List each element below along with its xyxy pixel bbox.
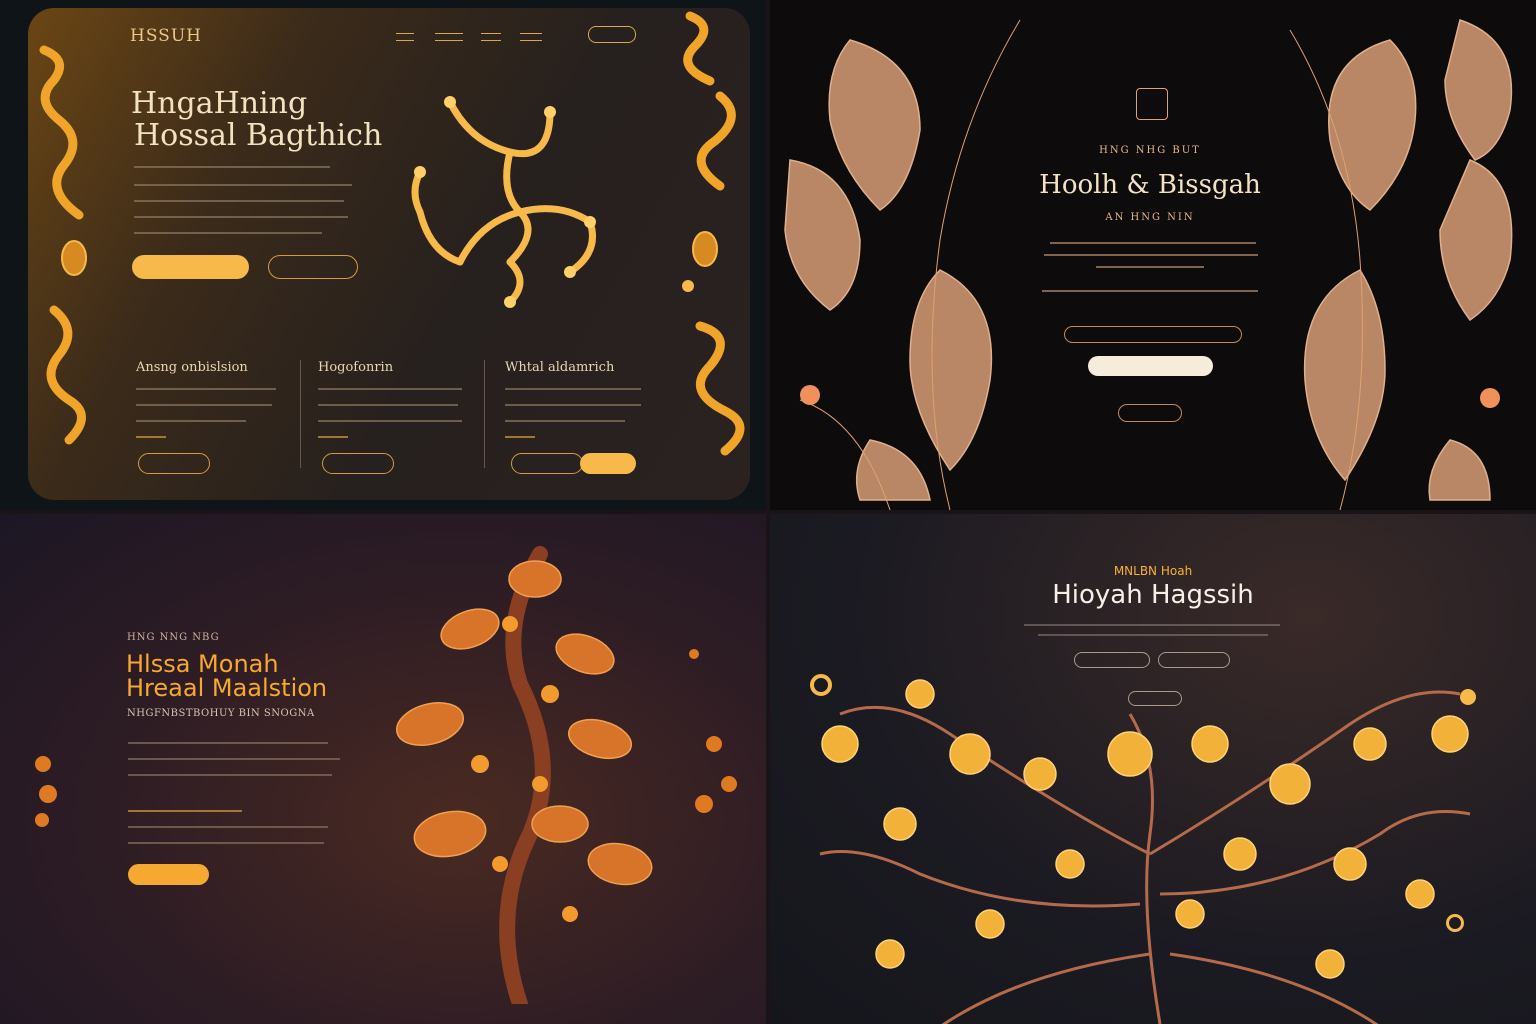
- hero-text-line: [134, 200, 344, 202]
- hero-panel: [28, 8, 750, 500]
- molecule-illustration: [411, 96, 596, 308]
- hero-text-line: [134, 232, 322, 234]
- hero-text-line: [1096, 266, 1204, 268]
- hero-title-line-2: Hreaal Maalstion: [126, 674, 328, 702]
- hero-text-line: [1024, 624, 1280, 626]
- feature-3-title: Whtal aldamrich: [505, 360, 615, 375]
- hero-text-line: [1038, 634, 1268, 636]
- feature-3-primary-button[interactable]: [580, 453, 636, 474]
- secondary-button-1[interactable]: [1074, 652, 1150, 668]
- gold-chain-decor-right: [682, 11, 745, 456]
- column-divider: [300, 360, 301, 468]
- subscribe-button[interactable]: [1088, 356, 1213, 376]
- nav-link-3[interactable]: [481, 33, 501, 41]
- feature-text-line: [318, 420, 462, 422]
- hero-text-line: [1042, 290, 1258, 292]
- hero-title: Hoolh & Bissgah: [1039, 170, 1261, 200]
- hero-subtitle: NHGFNBSTBOHUY BIN SNOGNA: [127, 708, 315, 719]
- feature-2-title: Hogofonrin: [318, 360, 394, 375]
- feature-text-line: [136, 436, 166, 438]
- hero-text-line: [128, 742, 328, 744]
- primary-cta-button[interactable]: [128, 864, 209, 885]
- hero-text-line: [128, 810, 242, 812]
- feature-text-line: [136, 420, 246, 422]
- gear-icon: [1460, 689, 1476, 705]
- hero-text-line: [134, 184, 352, 186]
- feature-text-line: [505, 436, 535, 438]
- hero-text-line: [134, 166, 330, 168]
- hero-title-line-1: HngaHning: [131, 86, 308, 121]
- feature-1-button[interactable]: [138, 453, 210, 474]
- nav-link-4[interactable]: [520, 33, 542, 41]
- feature-2-button[interactable]: [322, 453, 394, 474]
- learn-more-button[interactable]: [1118, 404, 1182, 422]
- feature-text-line: [318, 388, 462, 390]
- hero-kicker: MNLBN Hoah: [1113, 564, 1193, 578]
- nav-link-2[interactable]: [435, 33, 463, 41]
- landing-page-3: HNG NNG NBG Hlssa Monah Hreaal Maalstion…: [0, 514, 766, 1024]
- hero-text-line: [128, 758, 340, 760]
- hero-title-line-1: Hlssa Monah: [126, 650, 279, 678]
- feature-1-title: Ansng onbislsion: [136, 360, 248, 375]
- nav-link-1[interactable]: [396, 33, 414, 41]
- hero-kicker: HNG NNG NBG: [127, 632, 220, 643]
- hero-text-line: [128, 826, 328, 828]
- feature-text-line: [136, 388, 276, 390]
- nav-cta-button[interactable]: [588, 26, 636, 43]
- hero-kicker: HNG NHG BUT: [1099, 145, 1201, 156]
- hero-title-line-2: Hossal Bagthich: [134, 118, 383, 153]
- feature-text-line: [505, 420, 625, 422]
- landing-page-1: HSSUH HngaHning Hossal Bagthich Ansng on…: [0, 0, 766, 510]
- hero-text-line: [128, 842, 324, 844]
- hero-text-line: [128, 774, 332, 776]
- badge-icon: [1136, 88, 1168, 120]
- landing-page-4: MNLBN Hoah Hioyah Hagssih: [770, 514, 1536, 1024]
- email-input[interactable]: [1064, 326, 1242, 343]
- brand-logo[interactable]: HSSUH: [130, 26, 202, 46]
- landing-page-2: HNG NHG BUT Hoolh & Bissgah AN HNG NIN: [770, 0, 1536, 510]
- autumn-tree-illustration: [396, 546, 653, 1004]
- leaf-decor-right: [1289, 19, 1513, 510]
- hero-text-line: [1044, 254, 1258, 256]
- leaf-decor-left: [784, 19, 1021, 510]
- feature-text-line: [136, 404, 272, 406]
- hero-text-line: [134, 216, 348, 218]
- learn-more-button[interactable]: [1128, 691, 1182, 706]
- primary-cta-button[interactable]: [132, 255, 249, 279]
- secondary-cta-button[interactable]: [268, 255, 358, 279]
- feature-text-line: [505, 388, 641, 390]
- feature-text-line: [505, 404, 641, 406]
- column-divider: [484, 360, 485, 468]
- hero-subtitle: AN HNG NIN: [1105, 212, 1195, 223]
- circle-icon: [810, 674, 832, 696]
- circle-icon: [1446, 914, 1464, 932]
- berry-decor-right: [689, 649, 737, 813]
- gold-chain-decor-left: [39, 45, 87, 445]
- hero-title: Hioyah Hagssih: [1052, 580, 1254, 610]
- hero-text-line: [1050, 242, 1256, 244]
- berry-decor-left: [35, 756, 57, 827]
- secondary-button-2[interactable]: [1158, 652, 1230, 668]
- feature-3-button[interactable]: [511, 453, 583, 474]
- feature-text-line: [318, 436, 348, 438]
- feature-text-line: [318, 404, 458, 406]
